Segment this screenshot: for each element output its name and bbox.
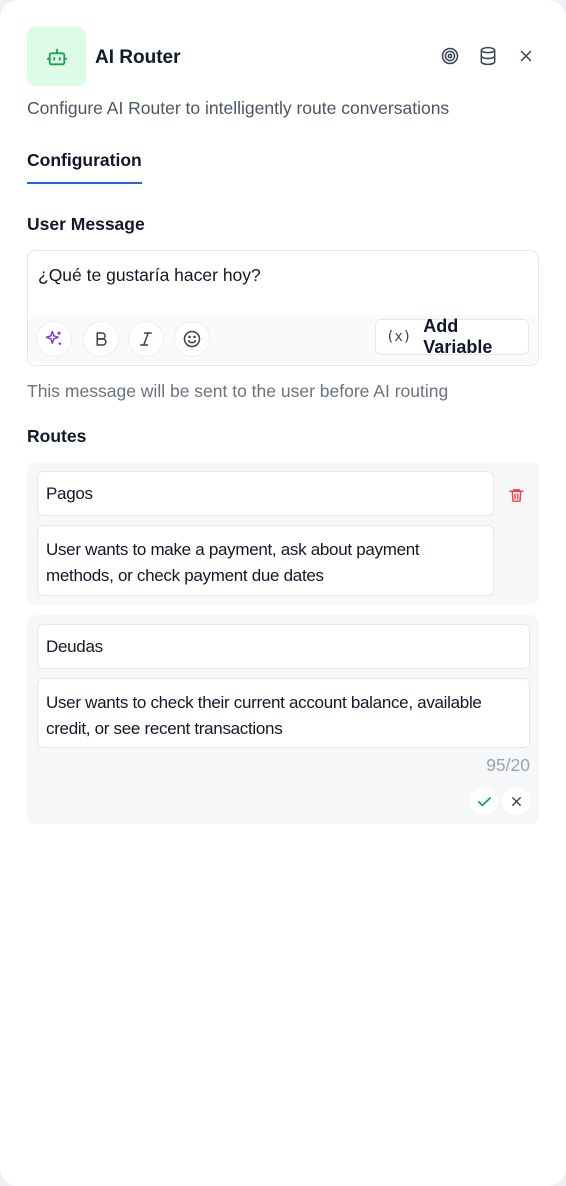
character-counter: 95/20	[486, 755, 530, 775]
user-message-text[interactable]: ¿Qué te gustaría hacer hoy?	[38, 265, 261, 286]
target-icon	[441, 47, 459, 65]
confirm-route-button[interactable]	[470, 787, 498, 815]
user-message-label: User Message	[27, 214, 145, 234]
database-button[interactable]	[475, 43, 501, 69]
user-message-helper: This message will be sent to the user be…	[27, 381, 449, 401]
database-icon	[480, 46, 496, 66]
route-card: Pagos User wants to make a payment, ask …	[27, 462, 539, 605]
add-variable-label: Add Variable	[423, 316, 493, 357]
bot-avatar	[27, 27, 86, 86]
bot-icon	[46, 48, 67, 65]
add-variable-button[interactable]: (x) Add Variable	[375, 316, 529, 357]
delete-route-button[interactable]	[503, 482, 529, 508]
trash-icon	[508, 488, 524, 502]
ai-router-panel: AI Router Configure AI Router to intelli…	[0, 0, 566, 1186]
emoji-button[interactable]	[174, 321, 210, 357]
route-name-input[interactable]: Pagos	[37, 471, 494, 516]
italic-icon	[140, 332, 152, 346]
bold-button[interactable]	[83, 321, 119, 357]
target-button[interactable]	[437, 43, 463, 69]
emoji-icon	[183, 330, 201, 348]
close-icon	[520, 50, 532, 62]
italic-button[interactable]	[128, 321, 164, 357]
route-card-editing: Deudas User wants to check their current…	[27, 615, 539, 824]
route-name-input[interactable]: Deudas	[37, 624, 530, 669]
header-actions	[437, 43, 539, 69]
sparkles-icon	[45, 330, 62, 345]
user-message-editor[interactable]: ¿Qué te gustaría hacer hoy? (x) Add Vari…	[27, 250, 539, 366]
panel-title: AI Router	[95, 47, 181, 68]
ai-assist-button[interactable]	[36, 321, 72, 357]
route-description-input[interactable]: User wants to make a payment, ask about …	[37, 525, 494, 596]
close-icon	[511, 796, 521, 806]
routes-label: Routes	[27, 426, 87, 446]
variable-icon: (x)	[386, 329, 412, 345]
panel-header: AI Router	[27, 27, 539, 87]
bold-icon	[96, 332, 107, 346]
panel-subtitle: Configure AI Router to intelligently rou…	[27, 98, 450, 118]
editor-toolbar: (x) Add Variable	[29, 315, 537, 363]
tab-configuration[interactable]: Configuration	[27, 150, 142, 184]
route-description-input[interactable]: User wants to check their current accoun…	[37, 678, 530, 748]
check-icon	[477, 796, 491, 806]
cancel-route-button[interactable]	[502, 787, 530, 815]
close-button[interactable]	[513, 43, 539, 69]
